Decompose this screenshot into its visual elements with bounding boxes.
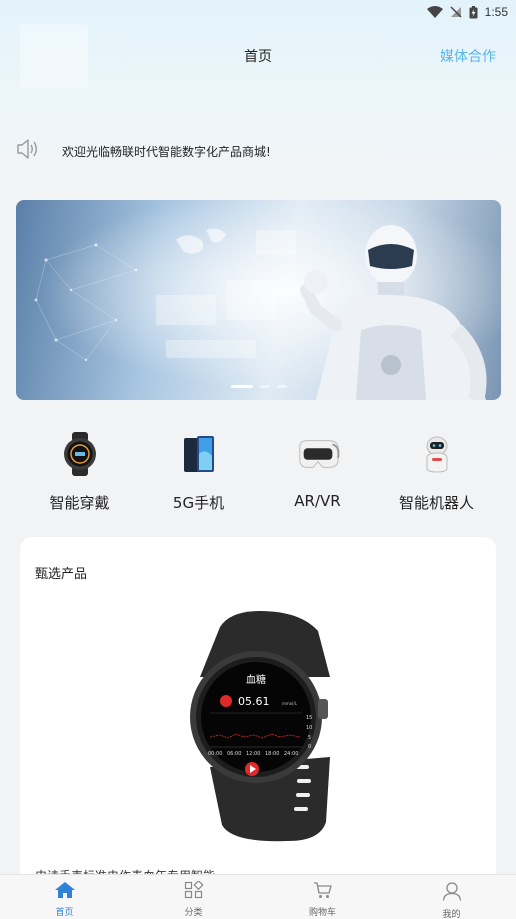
profile-icon xyxy=(442,881,462,905)
notice-text: 欢迎光临畅联时代智能数字化产品商城! xyxy=(62,144,271,159)
category-smart-wearable[interactable]: 智能穿戴 xyxy=(20,432,139,513)
watch-axis-label: 5 xyxy=(308,735,311,741)
section-title: 甄选产品 xyxy=(35,567,88,582)
watch-time-label: 12:00 xyxy=(246,751,260,757)
cart-icon xyxy=(313,881,333,903)
watch-time-label: 06:00 xyxy=(227,751,241,757)
category-label: 智能机器人 xyxy=(398,494,474,512)
banner-image xyxy=(16,200,501,400)
speaker-icon xyxy=(16,138,40,164)
tab-cart[interactable]: 购物车 xyxy=(258,875,387,919)
watch-time-label: 00:00 xyxy=(208,751,222,757)
watch-axis-label: 15 xyxy=(306,715,312,721)
category-grid: 智能穿戴 5G手机 AR/VR 智能机器人 xyxy=(20,432,496,513)
category-label: 智能穿戴 xyxy=(49,494,110,512)
status-bar: 1:55 xyxy=(0,0,516,24)
tab-category[interactable]: 分类 xyxy=(129,875,258,919)
watch-axis-label: 10 xyxy=(306,725,312,731)
watch-screen-unit: mmol/L xyxy=(282,701,298,706)
tab-label: 购物车 xyxy=(308,908,336,918)
tab-label: 我的 xyxy=(442,910,461,919)
battery-icon xyxy=(469,5,478,19)
watch-axis-label: 0 xyxy=(308,744,311,750)
carousel-dot[interactable] xyxy=(230,385,253,388)
watch-screen-value: 05.61 xyxy=(238,695,270,708)
carousel-dot[interactable] xyxy=(259,385,270,388)
category-ar-vr[interactable]: AR/VR xyxy=(258,432,377,513)
header: 首页 媒体合作 xyxy=(0,24,516,92)
watch-screen-title: 血糖 xyxy=(246,673,266,686)
carousel-dot[interactable] xyxy=(276,385,287,388)
watch-time-label: 24:00 xyxy=(284,751,298,757)
category-label: AR/VR xyxy=(294,492,341,510)
category-icon xyxy=(184,879,204,903)
category-5g-phone[interactable]: 5G手机 xyxy=(139,432,258,513)
banner-carousel[interactable] xyxy=(16,200,501,400)
tab-profile[interactable]: 我的 xyxy=(387,875,516,919)
page-title: 首页 xyxy=(244,49,272,65)
wifi-icon xyxy=(426,6,443,18)
category-label: 5G手机 xyxy=(172,494,225,512)
tab-home[interactable]: 首页 xyxy=(0,875,129,919)
watch-time-label: 18:00 xyxy=(265,751,279,757)
signal-off-icon xyxy=(450,6,462,18)
product-image[interactable]: 血糖 05.61 mmol/L 15 10 5 0 00:00 06:00 12… xyxy=(170,607,350,845)
home-icon xyxy=(54,881,76,903)
status-time: 1:55 xyxy=(484,5,508,19)
carousel-indicator xyxy=(16,385,501,388)
notice-bar[interactable]: 欢迎光临畅联时代智能数字化产品商城! xyxy=(16,138,271,164)
vr-headset-icon xyxy=(296,432,340,476)
featured-products-card: 甄选产品 血糖 05.61 mmol/L 15 10 5 0 00:00 06:… xyxy=(20,537,496,897)
robot-icon xyxy=(415,432,459,476)
bottom-tab-bar: 首页 分类 购物车 我的 xyxy=(0,874,516,919)
tab-label: 首页 xyxy=(55,908,74,918)
smartwatch-icon xyxy=(58,432,102,476)
category-smart-robot[interactable]: 智能机器人 xyxy=(377,432,496,513)
phone-icon xyxy=(177,432,221,476)
media-cooperation-link[interactable]: 媒体合作 xyxy=(440,46,496,66)
tab-label: 分类 xyxy=(184,908,203,918)
